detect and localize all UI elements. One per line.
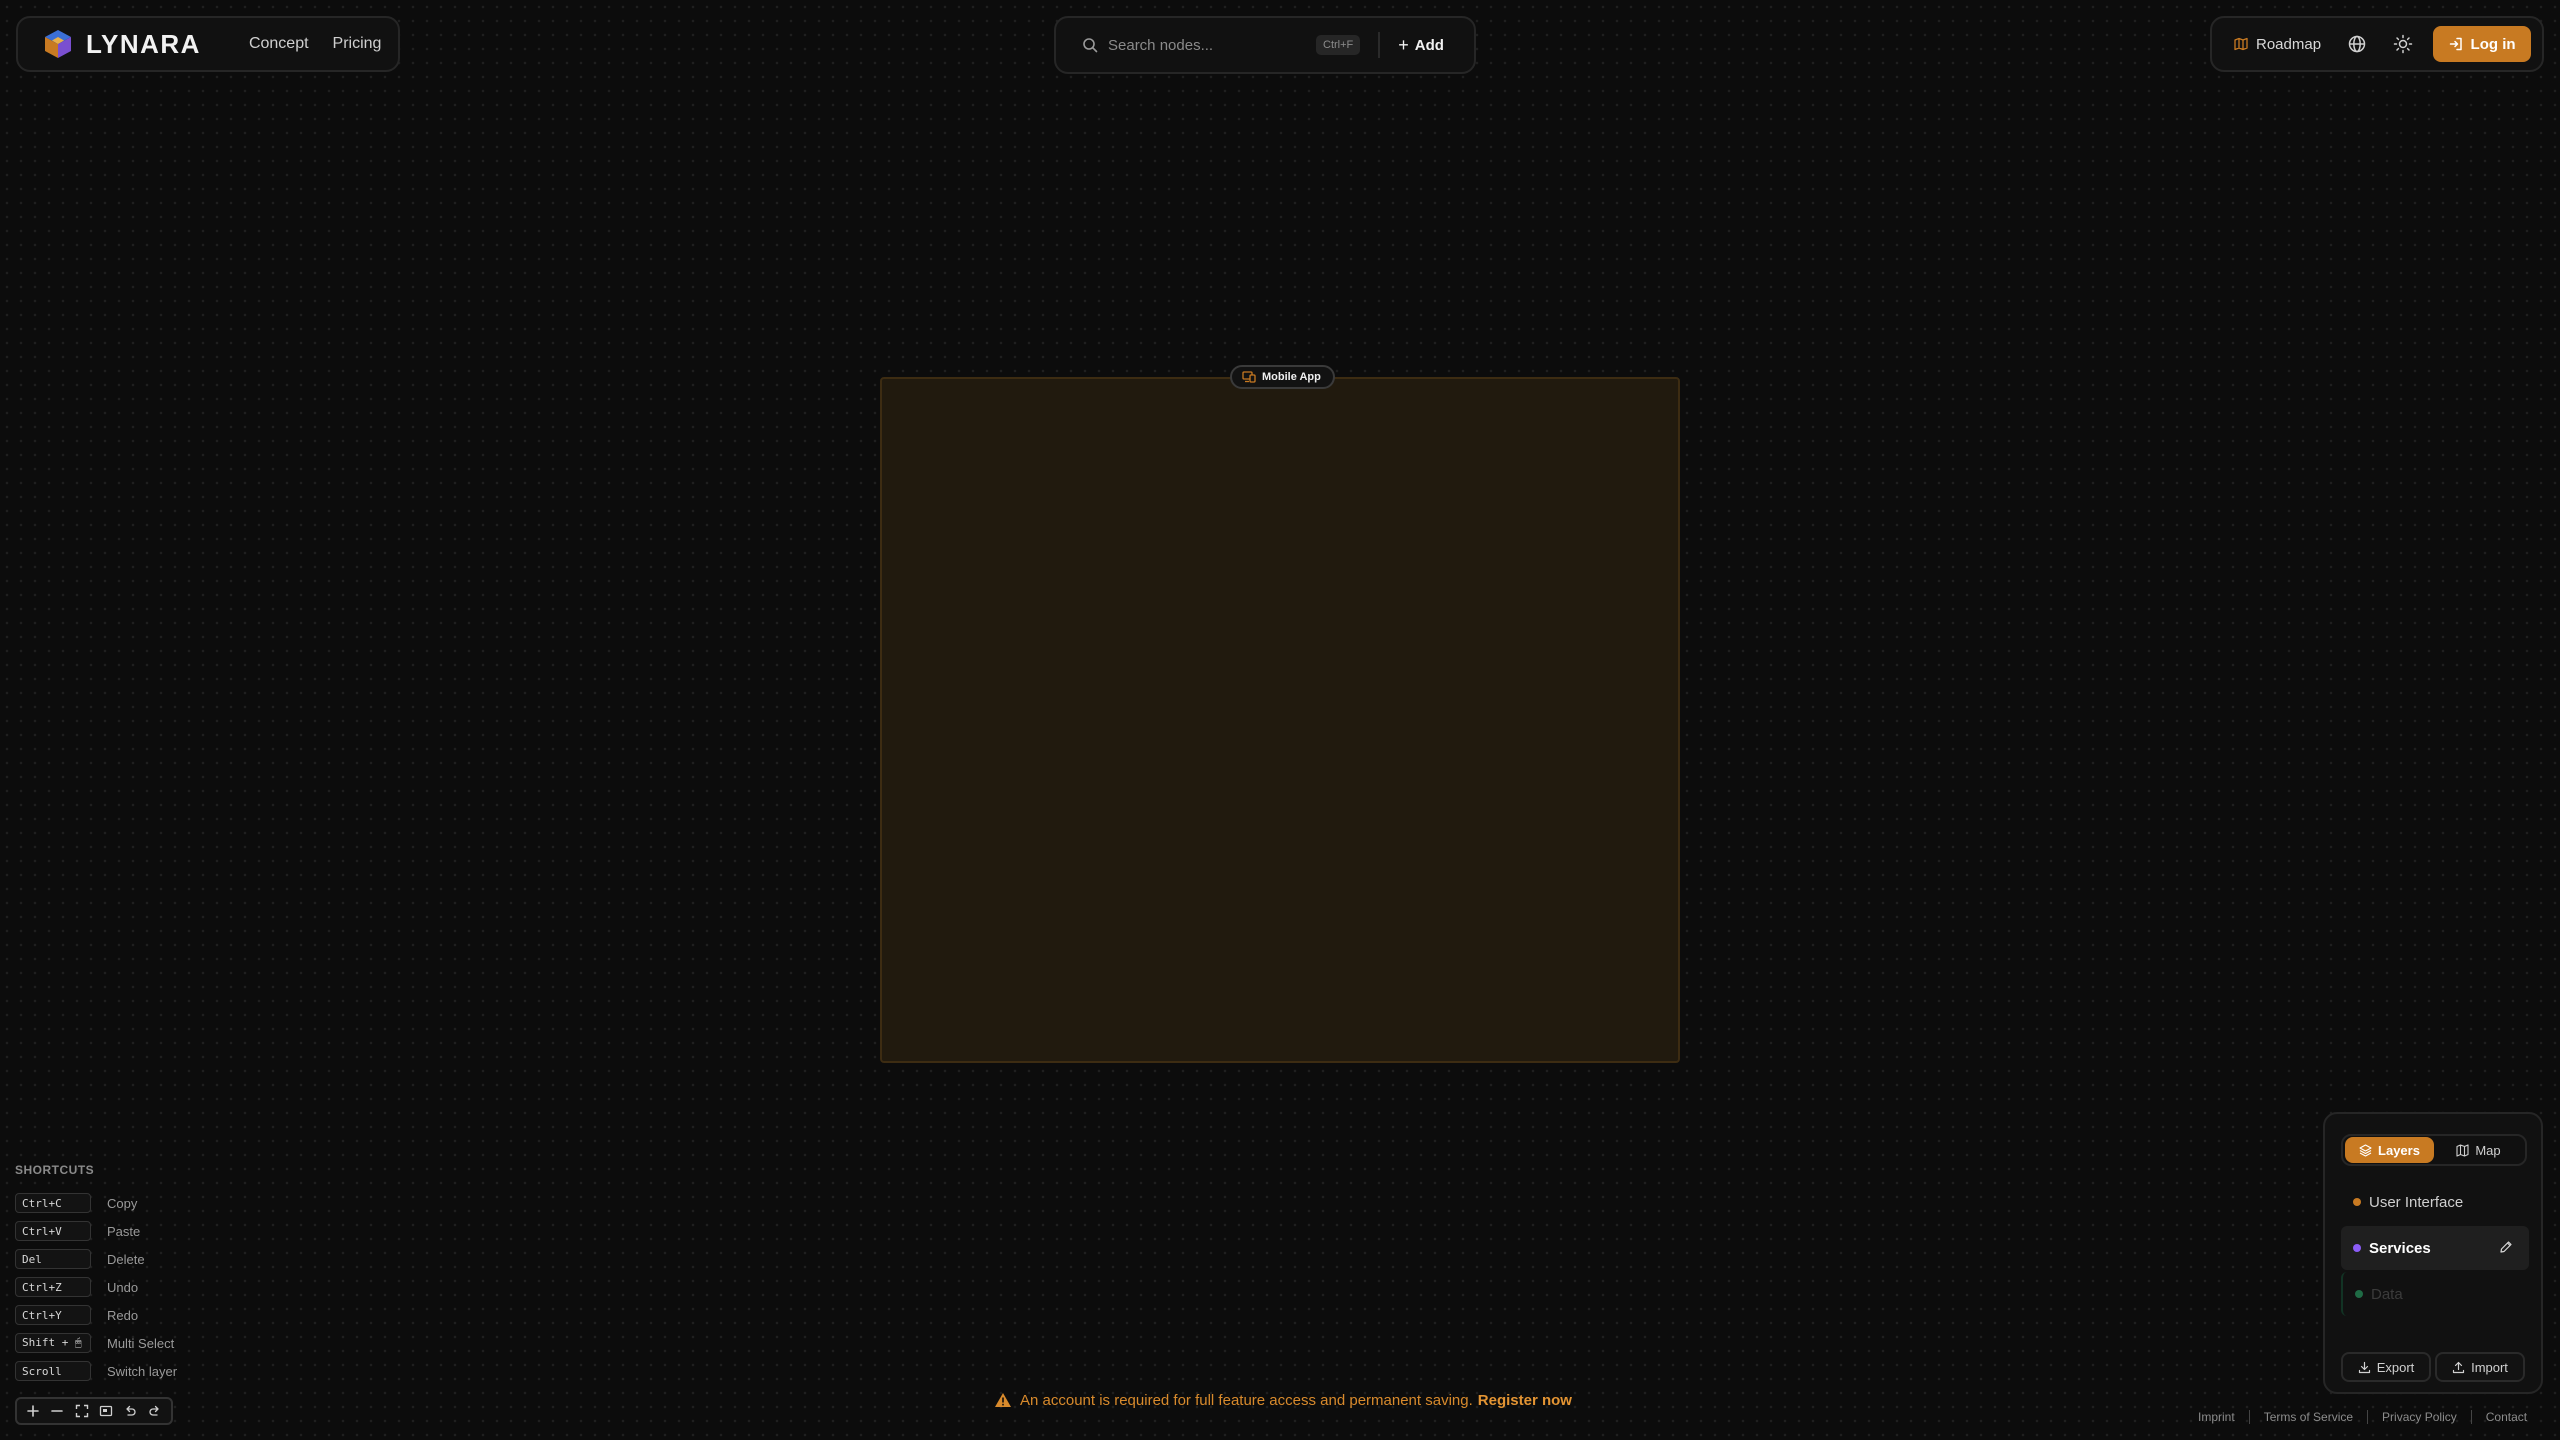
shortcut-desc: Paste [107, 1223, 141, 1239]
shortcut-key: Scroll [15, 1361, 91, 1381]
shortcut-row: Scroll Switch layer [15, 1357, 235, 1385]
layer-label: User Interface [2369, 1193, 2464, 1211]
login-label: Log in [2470, 35, 2516, 53]
header-actions: Roadmap Log in [2210, 16, 2544, 72]
redo-icon[interactable] [145, 1401, 165, 1421]
add-node-button[interactable]: + Add [1398, 35, 1444, 56]
roadmap-link[interactable]: Roadmap [2234, 36, 2321, 53]
account-warning-banner: An account is required for full feature … [994, 1389, 1572, 1411]
shortcut-key: Ctrl+Y [15, 1305, 91, 1325]
sun-icon[interactable] [2393, 34, 2413, 54]
layer-label: Data [2371, 1285, 2403, 1303]
shortcut-key: Shift + 🖱 [15, 1333, 91, 1353]
nav-concept[interactable]: Concept [249, 35, 309, 53]
undo-icon[interactable] [120, 1401, 140, 1421]
shortcut-row: Ctrl+Z Undo [15, 1273, 235, 1301]
zoom-in-icon[interactable] [23, 1401, 43, 1421]
layer-data[interactable]: Data [2341, 1272, 2529, 1316]
search-shortcut-hint: Ctrl+F [1316, 35, 1361, 55]
login-button[interactable]: Log in [2433, 26, 2532, 62]
zoom-out-icon[interactable] [47, 1401, 67, 1421]
shortcut-desc: Delete [107, 1251, 145, 1267]
search-bar: Ctrl+F + Add [1054, 16, 1476, 74]
map-icon [2234, 37, 2248, 51]
shortcuts-panel: SHORTCUTS Ctrl+C Copy Ctrl+V Paste Del Dele… [15, 1163, 235, 1385]
lynara-logo-icon[interactable] [42, 28, 74, 60]
brand-name[interactable]: LYNARA [86, 29, 201, 60]
add-label: Add [1414, 36, 1444, 54]
shortcut-key: Ctrl+Z [15, 1277, 91, 1297]
layers-icon [2359, 1143, 2372, 1157]
tab-layers-label: Layers [2378, 1142, 2420, 1158]
minimap-icon[interactable] [96, 1401, 116, 1421]
shortcut-row: Del Delete [15, 1245, 235, 1273]
search-divider [1378, 32, 1381, 58]
import-label: Import [2471, 1359, 2508, 1375]
layers-map-toggle: Layers Map [2341, 1134, 2527, 1166]
tab-map-label: Map [2475, 1142, 2501, 1158]
layers-panel: Layers Map User Interface Services Data … [2323, 1112, 2543, 1394]
footer-divider [2470, 1410, 2472, 1424]
shortcut-row: Shift + 🖱 Multi Select [15, 1329, 235, 1357]
layer-user-interface[interactable]: User Interface [2341, 1180, 2529, 1224]
map-icon [2456, 1143, 2469, 1157]
devices-icon [1242, 371, 1256, 383]
shortcut-desc: Copy [107, 1195, 138, 1211]
export-label: Export [2376, 1359, 2415, 1375]
shortcut-desc: Redo [107, 1307, 139, 1323]
footer-privacy[interactable]: Privacy Policy [2382, 1410, 2457, 1424]
group-node-title: Mobile App [1262, 371, 1321, 383]
nav-pricing[interactable]: Pricing [333, 35, 382, 53]
layer-label: Services [2369, 1239, 2431, 1257]
group-node-label[interactable]: Mobile App [1230, 365, 1335, 389]
footer-terms[interactable]: Terms of Service [2264, 1410, 2353, 1424]
globe-icon[interactable] [2347, 34, 2367, 54]
footer-contact[interactable]: Contact [2486, 1410, 2527, 1424]
layer-color-dot [2353, 1198, 2361, 1206]
shortcut-desc: Switch layer [107, 1363, 178, 1379]
tab-map[interactable]: Map [2434, 1137, 2523, 1163]
footer-divider [2367, 1410, 2369, 1424]
import-button[interactable]: Import [2435, 1352, 2525, 1382]
layer-color-dot [2355, 1290, 2363, 1298]
search-icon [1082, 37, 1098, 53]
layer-color-dot [2353, 1244, 2361, 1252]
brand-nav-bar: LYNARA Concept Pricing [16, 16, 400, 72]
search-input[interactable] [1108, 36, 1308, 54]
login-icon [2449, 37, 2462, 51]
plus-icon: + [1398, 34, 1409, 55]
footer-divider [2248, 1410, 2250, 1424]
warning-text: An account is required for full feature … [1020, 1391, 1473, 1409]
shortcut-row: Ctrl+V Paste [15, 1217, 235, 1245]
export-button[interactable]: Export [2341, 1352, 2431, 1382]
shortcut-row: Ctrl+Y Redo [15, 1301, 235, 1329]
layers-actions: Export Import [2341, 1352, 2525, 1382]
roadmap-label: Roadmap [2256, 35, 2322, 53]
shortcut-key: Del [15, 1249, 91, 1269]
shortcut-key: Ctrl+V [15, 1221, 91, 1241]
shortcut-desc: Multi Select [107, 1335, 175, 1351]
warning-icon [995, 1393, 1011, 1407]
footer-imprint[interactable]: Imprint [2198, 1410, 2235, 1424]
footer-links: Imprint Terms of Service Privacy Policy … [2198, 1409, 2527, 1425]
upload-icon [2452, 1361, 2465, 1373]
download-icon [2358, 1361, 2370, 1373]
shortcut-key: Ctrl+C [15, 1193, 91, 1213]
group-node-mobile-app[interactable] [880, 377, 1680, 1063]
zoom-toolbar [15, 1397, 173, 1425]
fit-view-icon[interactable] [72, 1401, 92, 1421]
shortcut-desc: Undo [107, 1279, 139, 1295]
shortcuts-title: SHORTCUTS [15, 1163, 95, 1177]
register-link[interactable]: Register now [1478, 1392, 1572, 1409]
layer-services[interactable]: Services [2341, 1226, 2529, 1270]
tab-layers[interactable]: Layers [2345, 1137, 2434, 1163]
shortcut-row: Ctrl+C Copy [15, 1189, 235, 1217]
pencil-icon[interactable] [2499, 1240, 2513, 1258]
